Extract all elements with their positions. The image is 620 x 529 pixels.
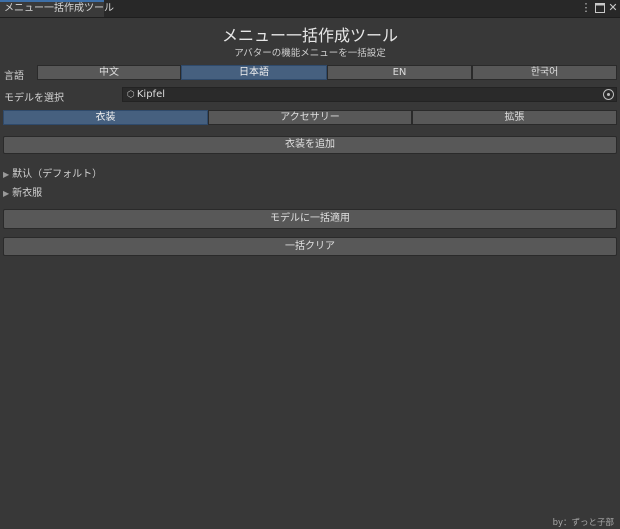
model-select-label: モデルを選択 [4, 93, 64, 104]
language-option-en[interactable]: EN [327, 65, 472, 80]
tab-accessory[interactable]: アクセサリー [208, 110, 412, 125]
outfit-foldout-new[interactable]: ▶ 新衣服 [3, 184, 42, 199]
kebab-menu-icon[interactable]: ⋮ [580, 1, 592, 15]
language-option-zh[interactable]: 中文 [37, 65, 181, 80]
maximize-icon[interactable] [594, 1, 606, 15]
apply-to-model-button[interactable]: モデルに一括適用 [3, 209, 617, 229]
add-outfit-button[interactable]: 衣装を追加 [3, 136, 617, 154]
language-option-ja[interactable]: 日本語 [181, 65, 327, 80]
page-title: メニュー一括作成ツール [221, 26, 398, 45]
language-option-ko[interactable]: 한국어 [472, 65, 617, 80]
tab-extension[interactable]: 拡張 [412, 110, 617, 125]
window-tab-bar: メニュー一括作成ツール ⋮ ✕ [0, 0, 620, 18]
foldout-arrow-icon: ▶ [3, 170, 10, 179]
outfit-foldout-default[interactable]: ▶ 默认（デフォルト） [3, 165, 102, 180]
outfit-label: 新衣服 [12, 188, 43, 199]
outfit-label: 默认（デフォルト） [12, 169, 103, 180]
gameobject-cube-icon: ⬡ [127, 90, 135, 100]
author-credit: by：ずっと子部 [552, 518, 614, 528]
model-object-field[interactable]: ⬡ Kipfel [122, 87, 617, 102]
object-picker-icon[interactable] [603, 89, 614, 100]
clear-all-button[interactable]: 一括クリア [3, 237, 617, 256]
page-subtitle: アバターの機能メニューを一括設定 [234, 48, 386, 59]
tab-outfit[interactable]: 衣装 [3, 110, 208, 125]
model-value: Kipfel [136, 89, 165, 100]
language-label: 言語 [4, 71, 24, 82]
foldout-arrow-icon: ▶ [3, 189, 10, 198]
window-tab[interactable]: メニュー一括作成ツール [0, 0, 114, 17]
close-icon[interactable]: ✕ [607, 1, 619, 15]
